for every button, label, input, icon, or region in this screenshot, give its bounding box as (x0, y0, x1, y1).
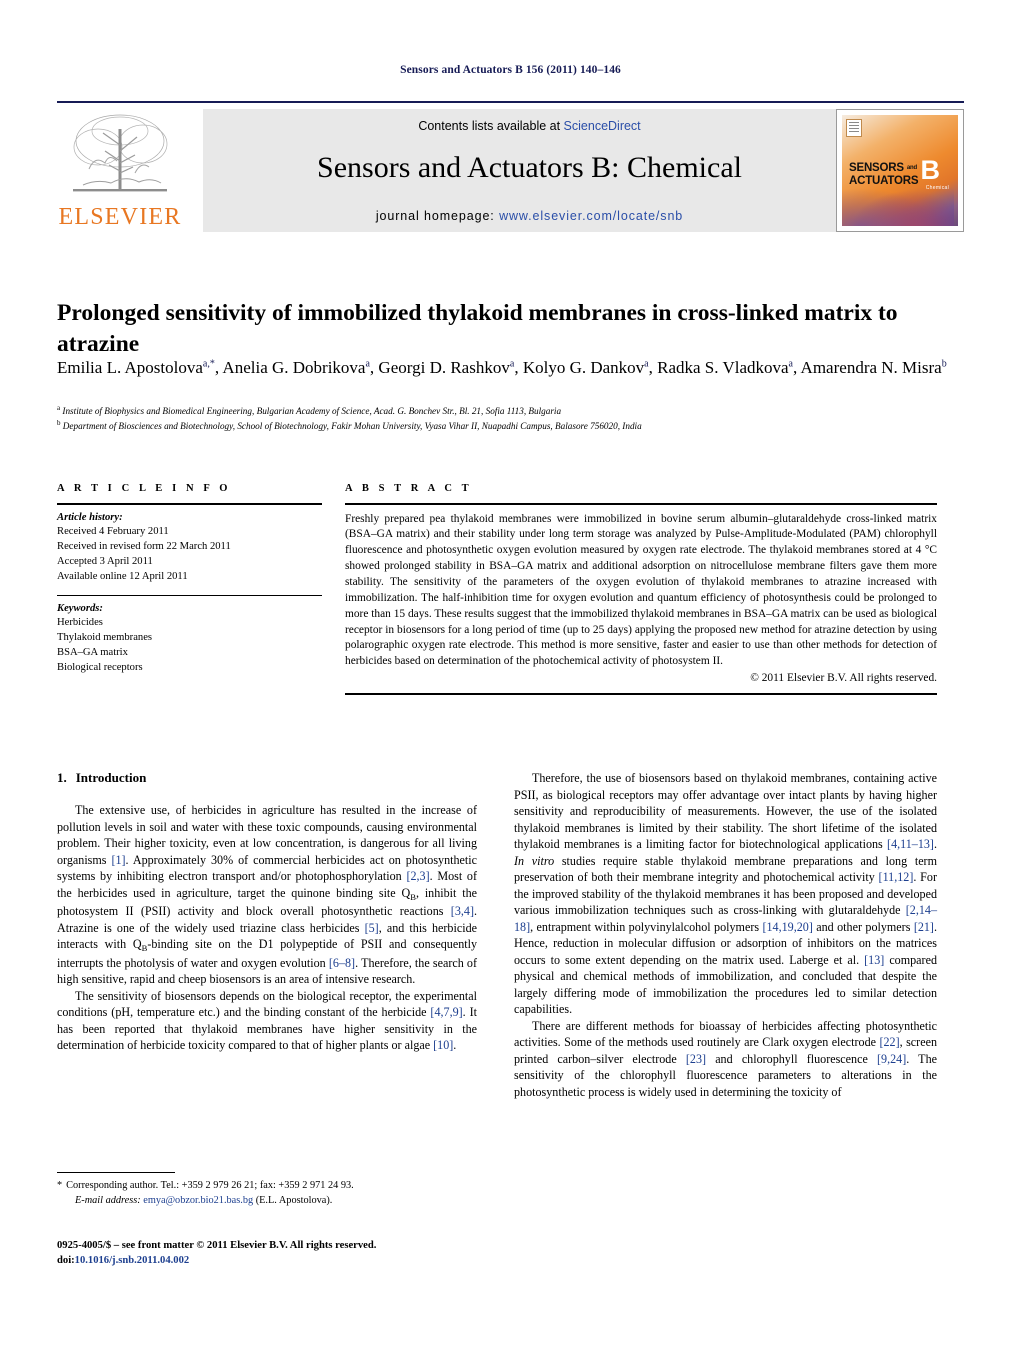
abstract-top-rule (345, 503, 937, 505)
sciencedirect-link[interactable]: ScienceDirect (564, 119, 641, 133)
body-paragraph: The sensitivity of biosensors depends on… (57, 988, 477, 1053)
abstract-text: Freshly prepared pea thylakoid membranes… (345, 512, 937, 668)
abstract-column: A B S T R A C T Freshly prepared pea thy… (345, 483, 937, 695)
abstract-heading: A B S T R A C T (345, 483, 473, 494)
affiliation-b: b Department of Biosciences and Biotechn… (57, 418, 642, 431)
elsevier-tree-icon (73, 114, 168, 192)
elsevier-logo: ELSEVIER (57, 109, 183, 232)
cover-artwork: SENSORS and ACTUATORS B Chemical (842, 115, 958, 226)
keyword-item: Herbicides (57, 616, 103, 628)
cover-letter-b: B (920, 155, 941, 185)
cover-elsevier-mark-icon (846, 119, 862, 137)
body-paragraph: Therefore, the use of biosensors based o… (514, 771, 937, 1016)
homepage-url-link[interactable]: www.elsevier.com/locate/snb (499, 209, 683, 223)
journal-title: Sensors and Actuators B: Chemical (317, 151, 742, 184)
journal-article-page: Sensors and Actuators B 156 (2011) 140–1… (0, 0, 1021, 1351)
keyword-item: Thylakoid membranes (57, 631, 153, 643)
footnote-star: * (57, 1180, 63, 1191)
email-note: E-mail address: emya@obzor.bio21.bas.bg … (57, 1194, 477, 1209)
body-paragraph: There are different methods for bioassay… (514, 1018, 937, 1099)
article-history-item: Received 4 February 2011 (57, 525, 169, 537)
footnote-rule (57, 1172, 175, 1173)
journal-band: Contents lists available at ScienceDirec… (203, 109, 856, 232)
body-paragraph: The extensive use, of herbicides in agri… (57, 803, 478, 987)
imprint-block: 0925-4005/$ – see front matter © 2011 El… (57, 1238, 517, 1269)
front-matter-line: 0925-4005/$ – see front matter © 2011 El… (57, 1240, 377, 1251)
doi-label: doi: (57, 1255, 75, 1267)
cover-and-word: and (906, 165, 917, 171)
article-info-mid-rule (57, 594, 322, 596)
affiliation-list: a Institute of Biophysics and Biomedical… (57, 404, 957, 434)
article-history-item: Available online 12 April 2011 (57, 570, 188, 582)
email-link[interactable]: emya@obzor.bio21.bas.bg (143, 1195, 253, 1206)
article-history-item: Received in revised form 22 March 2011 (57, 540, 231, 552)
email-attribution: (E.L. Apostolova). (255, 1194, 333, 1206)
affiliation-a: a Institute of Biophysics and Biomedical… (57, 403, 562, 416)
abstract-copyright: © 2011 Elsevier B.V. All rights reserved… (750, 672, 937, 685)
cover-subtitle-chemical: Chemical (925, 185, 949, 191)
section-title: Introduction (75, 770, 147, 785)
cover-title-actuators: ACTUATORS (849, 175, 919, 187)
contents-prefix: Contents lists available at (418, 119, 564, 133)
homepage-prefix: journal homepage: (375, 209, 500, 223)
corresponding-author-note: * Corresponding author. Tel.: +359 2 979 … (57, 1179, 477, 1194)
author-list: Emilia L. Apostolovaa,*, Anelia G. Dobri… (57, 358, 947, 377)
article-title: Prolonged sensitivity of immobilized thy… (57, 299, 898, 357)
keyword-item: BSA–GA matrix (57, 646, 128, 658)
article-history-item: Accepted 3 April 2011 (57, 555, 153, 567)
abstract-bottom-rule (345, 693, 937, 695)
footnote-block: * Corresponding author. Tel.: +359 2 979 … (57, 1172, 477, 1209)
corresponding-author-text: Corresponding author. Tel.: +359 2 979 2… (66, 1180, 354, 1191)
section-heading-introduction: 1. Introduction (57, 770, 477, 786)
doi-link[interactable]: 10.1016/j.snb.2011.04.002 (75, 1255, 190, 1266)
journal-homepage-line: journal homepage: www.elsevier.com/locat… (203, 209, 856, 223)
body-column-left: 1. Introduction The extensive use, of her… (57, 770, 477, 1054)
journal-cover-thumbnail: SENSORS and ACTUATORS B Chemical (836, 109, 964, 232)
cover-title-sensors: SENSORS and (849, 162, 917, 174)
elsevier-wordmark: ELSEVIER (58, 204, 182, 230)
body-column-right: Therefore, the use of biosensors based o… (514, 770, 937, 1100)
section-number: 1. (57, 770, 67, 785)
running-head: Sensors and Actuators B 156 (2011) 140–1… (400, 64, 621, 76)
keyword-item: Biological receptors (57, 661, 143, 673)
doi-line: doi:10.1016/j.snb.2011.04.002 (57, 1253, 517, 1268)
article-info-top-rule (57, 503, 322, 505)
contents-available-line: Contents lists available at ScienceDirec… (203, 119, 856, 133)
keywords-label: Keywords: (57, 602, 103, 614)
email-label: E-mail address: (75, 1194, 141, 1206)
article-history-label: Article history: (57, 511, 123, 523)
article-info-heading: A R T I C L E I N F O (57, 483, 232, 494)
masthead-top-rule (57, 101, 964, 103)
article-info-column: A R T I C L E I N F O Article history: R… (57, 483, 322, 675)
journal-masthead: ELSEVIER Contents lists available at Sci… (57, 101, 964, 232)
